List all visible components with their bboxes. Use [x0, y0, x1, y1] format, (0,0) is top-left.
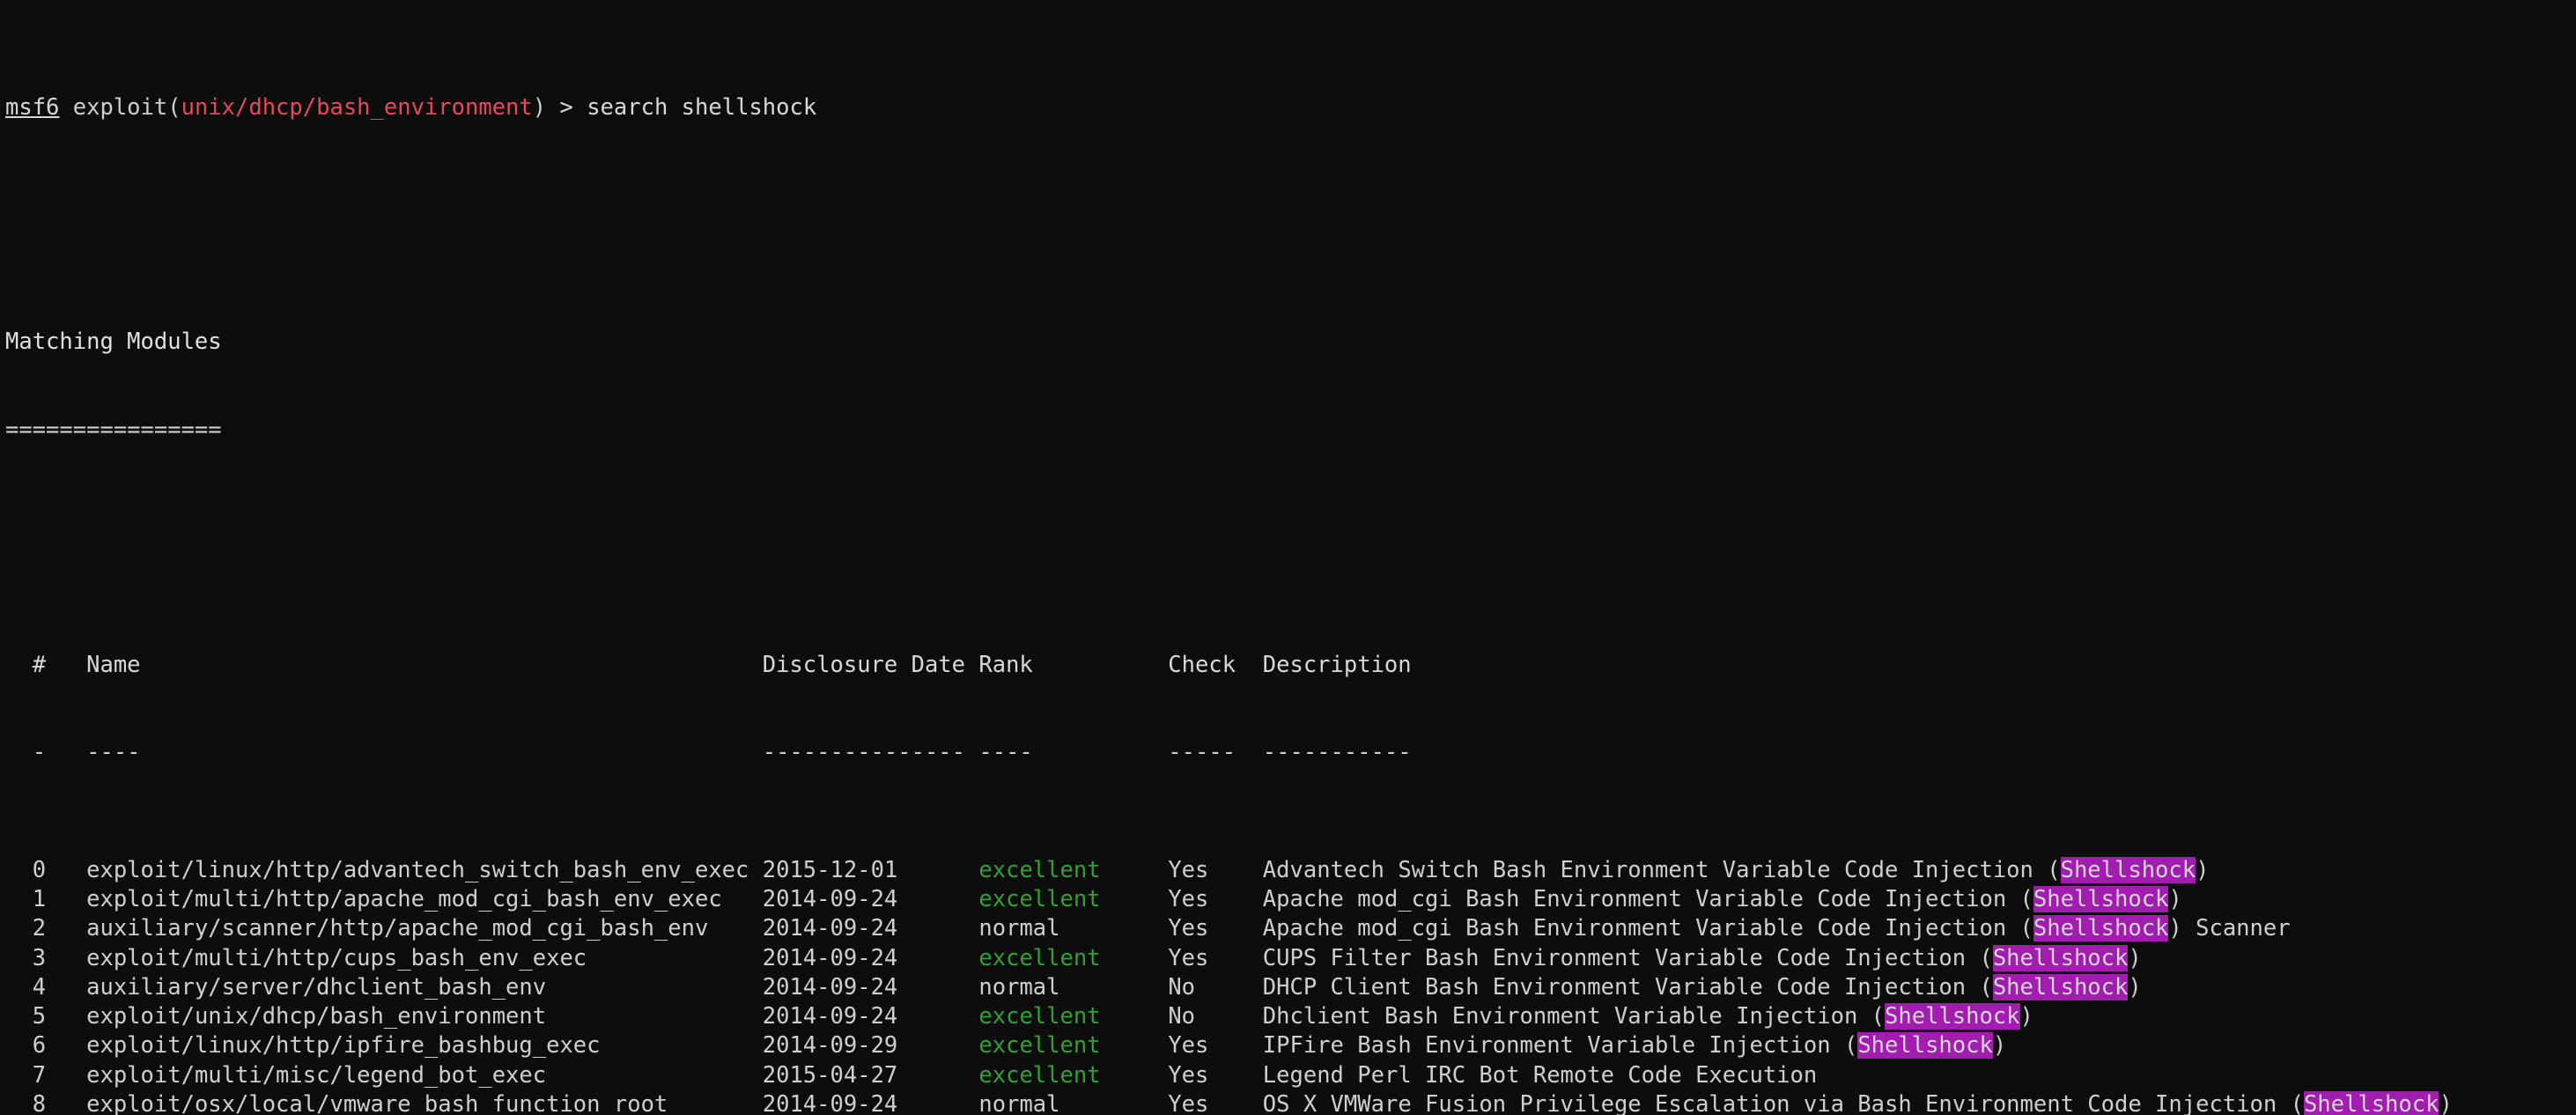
prompt-symbol: >: [546, 93, 587, 121]
row-rank: normal: [978, 973, 1169, 1001]
row-description-highlight: Shellshock: [2303, 1090, 2439, 1115]
blank-line-1: [5, 210, 2576, 240]
row-description-tail: ): [2168, 885, 2182, 912]
row-description-tail: ): [2128, 973, 2142, 1001]
row-disclosure-date: 2014-09-24: [762, 885, 979, 912]
terminal-window[interactable]: msf6 exploit(unix/dhcp/bash_environment)…: [0, 0, 2576, 1115]
row-description-text: IPFire Bash Environment Variable Injecti…: [1262, 1032, 1858, 1060]
row-check: Yes: [1168, 944, 1263, 971]
prompt-host-label: msf6: [5, 93, 60, 121]
row-description-highlight: Shellshock: [2033, 885, 2169, 912]
row-description-text: CUPS Filter Bash Environment Variable Co…: [1262, 944, 1993, 971]
row-index: 6: [5, 1032, 87, 1060]
row-rank: excellent: [978, 885, 1169, 912]
table-row[interactable]: 5 exploit/unix/dhcp/bash_environment 201…: [5, 1002, 2576, 1031]
row-description-tail: ): [2196, 856, 2210, 883]
row-check: Yes: [1168, 885, 1263, 912]
row-description-tail: ) Scanner: [2168, 915, 2291, 942]
row-disclosure-date: 2014-09-24: [762, 1003, 979, 1030]
table-header-text: # Name Disclosure Date Rank Check Descri…: [5, 651, 1412, 678]
section-title: Matching Modules: [5, 329, 222, 356]
row-rank: normal: [978, 915, 1169, 942]
row-disclosure-date: 2015-12-01: [762, 856, 979, 883]
row-disclosure-date: 2014-09-29: [762, 1032, 979, 1060]
table-body: 0 exploit/linux/http/advantech_switch_ba…: [5, 856, 2576, 1115]
row-description-text: Legend Perl IRC Bot Remote Code Executio…: [1262, 1061, 1818, 1089]
row-rank: excellent: [978, 1061, 1169, 1089]
table-row[interactable]: 2 auxiliary/scanner/http/apache_mod_cgi_…: [5, 914, 2576, 943]
row-check: Yes: [1168, 915, 1263, 942]
row-index: 7: [5, 1061, 87, 1089]
row-rank: excellent: [978, 1032, 1169, 1060]
row-description-tail: ): [2128, 944, 2142, 971]
table-separator-row: - ---- --------------- ---- ----- ------…: [5, 738, 2576, 767]
table-row[interactable]: 4 auxiliary/server/dhclient_bash_env 201…: [5, 973, 2576, 1002]
row-rank: excellent: [978, 944, 1169, 971]
row-description-highlight: Shellshock: [2060, 856, 2196, 883]
row-description-tail: ): [2439, 1090, 2453, 1115]
row-check: Yes: [1168, 1032, 1263, 1060]
row-index: 4: [5, 973, 87, 1001]
row-description-highlight: Shellshock: [1992, 944, 2129, 971]
row-description-text: OS X VMWare Fusion Privilege Escalation …: [1262, 1090, 2304, 1115]
row-index: 2: [5, 915, 87, 942]
row-check: Yes: [1168, 856, 1263, 883]
row-description-text: Advantech Switch Bash Environment Variab…: [1262, 856, 2061, 883]
row-description-text: Apache mod_cgi Bash Environment Variable…: [1262, 915, 2033, 942]
row-rank: excellent: [978, 856, 1169, 883]
table-separator-text: - ---- --------------- ---- ----- ------…: [5, 739, 1412, 766]
row-module-name: exploit/multi/http/cups_bash_env_exec: [86, 944, 763, 971]
row-description-text: Apache mod_cgi Bash Environment Variable…: [1262, 885, 2033, 912]
row-check: No: [1168, 973, 1263, 1001]
row-description-text: DHCP Client Bash Environment Variable Co…: [1262, 973, 1993, 1001]
row-disclosure-date: 2014-09-24: [762, 944, 979, 971]
table-row[interactable]: 8 exploit/osx/local/vmware_bash_function…: [5, 1090, 2576, 1115]
row-module-name: exploit/osx/local/vmware_bash_function_r…: [86, 1090, 763, 1115]
row-check: Yes: [1168, 1061, 1263, 1089]
prompt-context-prefix: exploit(: [59, 93, 181, 121]
row-description-text: Dhclient Bash Environment Variable Injec…: [1262, 1003, 1886, 1030]
table-row[interactable]: 0 exploit/linux/http/advantech_switch_ba…: [5, 856, 2576, 885]
row-module-name: exploit/multi/http/apache_mod_cgi_bash_e…: [86, 885, 763, 912]
row-description-highlight: Shellshock: [1857, 1032, 1993, 1060]
row-index: 5: [5, 1003, 87, 1030]
row-disclosure-date: 2014-09-24: [762, 973, 979, 1001]
row-rank: normal: [978, 1090, 1169, 1115]
row-description-highlight: Shellshock: [2033, 915, 2169, 942]
row-module-name: exploit/linux/http/advantech_switch_bash…: [86, 856, 763, 883]
row-module-name: auxiliary/scanner/http/apache_mod_cgi_ba…: [86, 915, 763, 942]
row-index: 3: [5, 944, 87, 971]
row-rank: excellent: [978, 1003, 1169, 1030]
command-input[interactable]: search shellshock: [587, 94, 816, 121]
row-module-name: exploit/linux/http/ipfire_bashbug_exec: [86, 1032, 763, 1060]
row-module-name: exploit/unix/dhcp/bash_environment: [86, 1003, 763, 1030]
table-row[interactable]: 1 exploit/multi/http/apache_mod_cgi_bash…: [5, 885, 2576, 914]
section-underline: ================: [5, 417, 222, 444]
table-row[interactable]: 6 exploit/linux/http/ipfire_bashbug_exec…: [5, 1031, 2576, 1060]
table-row[interactable]: 7 exploit/multi/misc/legend_bot_exec 201…: [5, 1061, 2576, 1090]
row-check: No: [1168, 1003, 1263, 1030]
row-index: 0: [5, 856, 87, 883]
row-disclosure-date: 2014-09-24: [762, 915, 979, 942]
prompt-module-path: unix/dhcp/bash_environment: [181, 93, 533, 121]
row-disclosure-date: 2014-09-24: [762, 1090, 979, 1115]
table-row[interactable]: 3 exploit/multi/http/cups_bash_env_exec …: [5, 944, 2576, 973]
row-check: Yes: [1168, 1090, 1263, 1115]
row-description-highlight: Shellshock: [1992, 973, 2129, 1001]
blank-line-2: [5, 533, 2576, 562]
row-disclosure-date: 2015-04-27: [762, 1061, 979, 1089]
row-description-tail: ): [2019, 1003, 2033, 1030]
prompt-context-suffix: ): [532, 93, 547, 121]
table-header-row: # Name Disclosure Date Rank Check Descri…: [5, 651, 2576, 680]
row-module-name: exploit/multi/misc/legend_bot_exec: [86, 1061, 763, 1089]
prompt-line: msf6 exploit(unix/dhcp/bash_environment)…: [5, 93, 2576, 122]
row-description-tail: ): [1992, 1032, 2007, 1060]
row-module-name: auxiliary/server/dhclient_bash_env: [86, 973, 763, 1001]
row-index: 8: [5, 1090, 87, 1115]
row-description-highlight: Shellshock: [1885, 1003, 2020, 1030]
row-index: 1: [5, 885, 87, 912]
